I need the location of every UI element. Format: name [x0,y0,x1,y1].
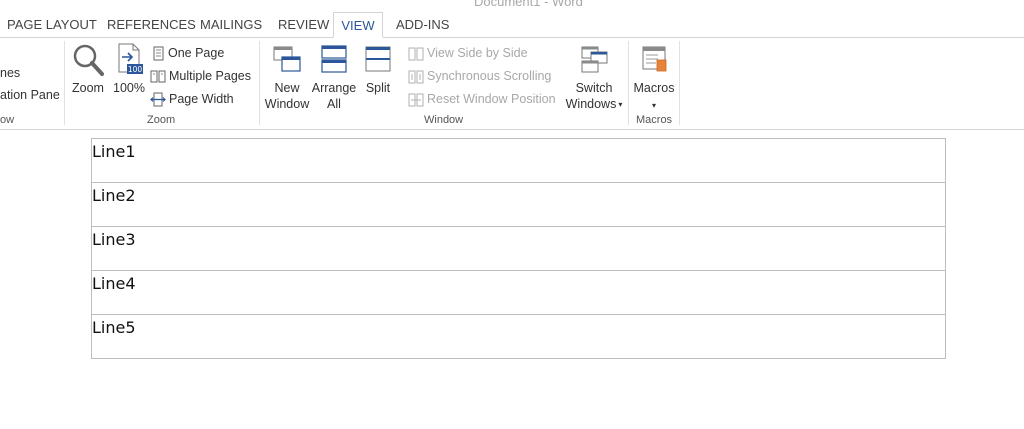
cell-text: Line5 [92,318,136,337]
arrange-all-label-1: Arrange [311,81,357,95]
view-side-by-side-button[interactable]: View Side by Side [408,43,528,63]
view-side-by-side-label: View Side by Side [427,46,528,60]
group-separator [64,41,65,125]
synchronous-scrolling-button[interactable]: Synchronous Scrolling [408,66,551,86]
group-separator [628,41,629,125]
group-separator [259,41,260,125]
word-window: Document1 - Word PAGE LAYOUT REFERENCES … [0,0,1024,429]
group-separator [679,41,680,125]
macros-button[interactable]: Macros ▾ [632,42,676,112]
split-button[interactable]: Split [361,42,395,112]
synchronous-scrolling-icon [408,70,424,84]
switch-windows-label-2: Windows [565,97,617,111]
tab-references[interactable]: REFERENCES [107,12,196,38]
switch-windows-button[interactable]: Switch Windows ▾ [562,42,626,112]
window-group-label: Window [424,114,464,126]
document-table: Line1 Line2 Line3 Line4 Line5 [91,138,946,359]
reset-window-position-icon [408,93,424,107]
tab-view[interactable]: VIEW [333,12,383,38]
arrange-all-label-2: All [327,97,341,111]
cell-text: Line3 [92,230,136,249]
hundred-percent-label: 100% [113,81,145,95]
zoom-label: Zoom [72,81,104,95]
table-row: Line5 [91,314,946,359]
table-row: Line3 [91,226,946,271]
arrange-all-icon [321,45,347,73]
zoom-100-button[interactable]: 100 100% [112,42,146,112]
split-label: Split [365,81,391,95]
new-window-button[interactable]: New Window [263,42,311,112]
macros-label: Macros [633,81,675,95]
hundred-icon-text: 100 [128,65,143,74]
magnifier-icon [73,44,104,76]
show-group-label: ow [0,114,15,126]
macros-group-label: Macros [636,114,673,126]
switch-windows-icon [581,46,608,73]
arrange-all-button[interactable]: Arrange All [311,42,357,112]
multiple-pages-button[interactable]: Multiple Pages [150,66,251,86]
zoom-group-label: Zoom [147,114,176,126]
window-title: Document1 - Word [474,0,583,9]
macros-icon [642,46,667,72]
new-window-label-1: New [274,81,300,95]
table-cell[interactable]: Line3 [91,226,946,271]
cell-text: Line1 [92,142,136,161]
hundred-percent-icon: 100 [118,43,143,74]
dropdown-caret-icon: ▾ [651,101,656,110]
table-row: Line2 [91,182,946,227]
new-window-label-2: Window [264,97,310,111]
table-cell[interactable]: Line1 [91,138,946,183]
multiple-pages-label: Multiple Pages [169,69,251,83]
multiple-pages-icon [150,70,166,83]
table-cell[interactable]: Line4 [91,270,946,315]
reset-window-position-label: Reset Window Position [427,92,556,106]
page-width-icon [150,92,166,107]
tab-add-ins[interactable]: ADD-INS [396,12,449,38]
table-cell[interactable]: Line2 [91,182,946,227]
ribbon: nes ation Pane ow Zoom 100 100% One Page… [0,37,1024,130]
ribbon-tabs: PAGE LAYOUT REFERENCES MAILINGS REVIEW V… [0,12,1024,38]
tab-review[interactable]: REVIEW [278,12,329,38]
page-width-button[interactable]: Page Width [150,89,234,109]
tab-mailings[interactable]: MAILINGS [200,12,262,38]
new-window-icon [273,46,301,72]
one-page-icon [153,46,164,61]
gridlines-checkbox-partial[interactable]: nes [0,66,20,80]
one-page-button[interactable]: One Page [152,43,224,63]
one-page-label: One Page [168,46,225,60]
reset-window-position-button[interactable]: Reset Window Position [408,89,556,109]
table-row: Line1 [91,138,946,183]
cell-text: Line4 [92,274,136,293]
page-width-label: Page Width [169,92,234,106]
table-cell[interactable]: Line5 [91,314,946,359]
navigation-pane-checkbox-partial[interactable]: ation Pane [0,88,60,102]
dropdown-caret-icon: ▾ [618,99,623,109]
zoom-button[interactable]: Zoom [70,42,106,112]
switch-windows-label-1: Switch [575,81,613,95]
table-row: Line4 [91,270,946,315]
cell-text: Line2 [92,186,136,205]
split-icon [365,46,391,72]
tab-page-layout[interactable]: PAGE LAYOUT [7,12,97,38]
side-by-side-icon [408,47,424,61]
synchronous-scrolling-label: Synchronous Scrolling [427,69,552,83]
